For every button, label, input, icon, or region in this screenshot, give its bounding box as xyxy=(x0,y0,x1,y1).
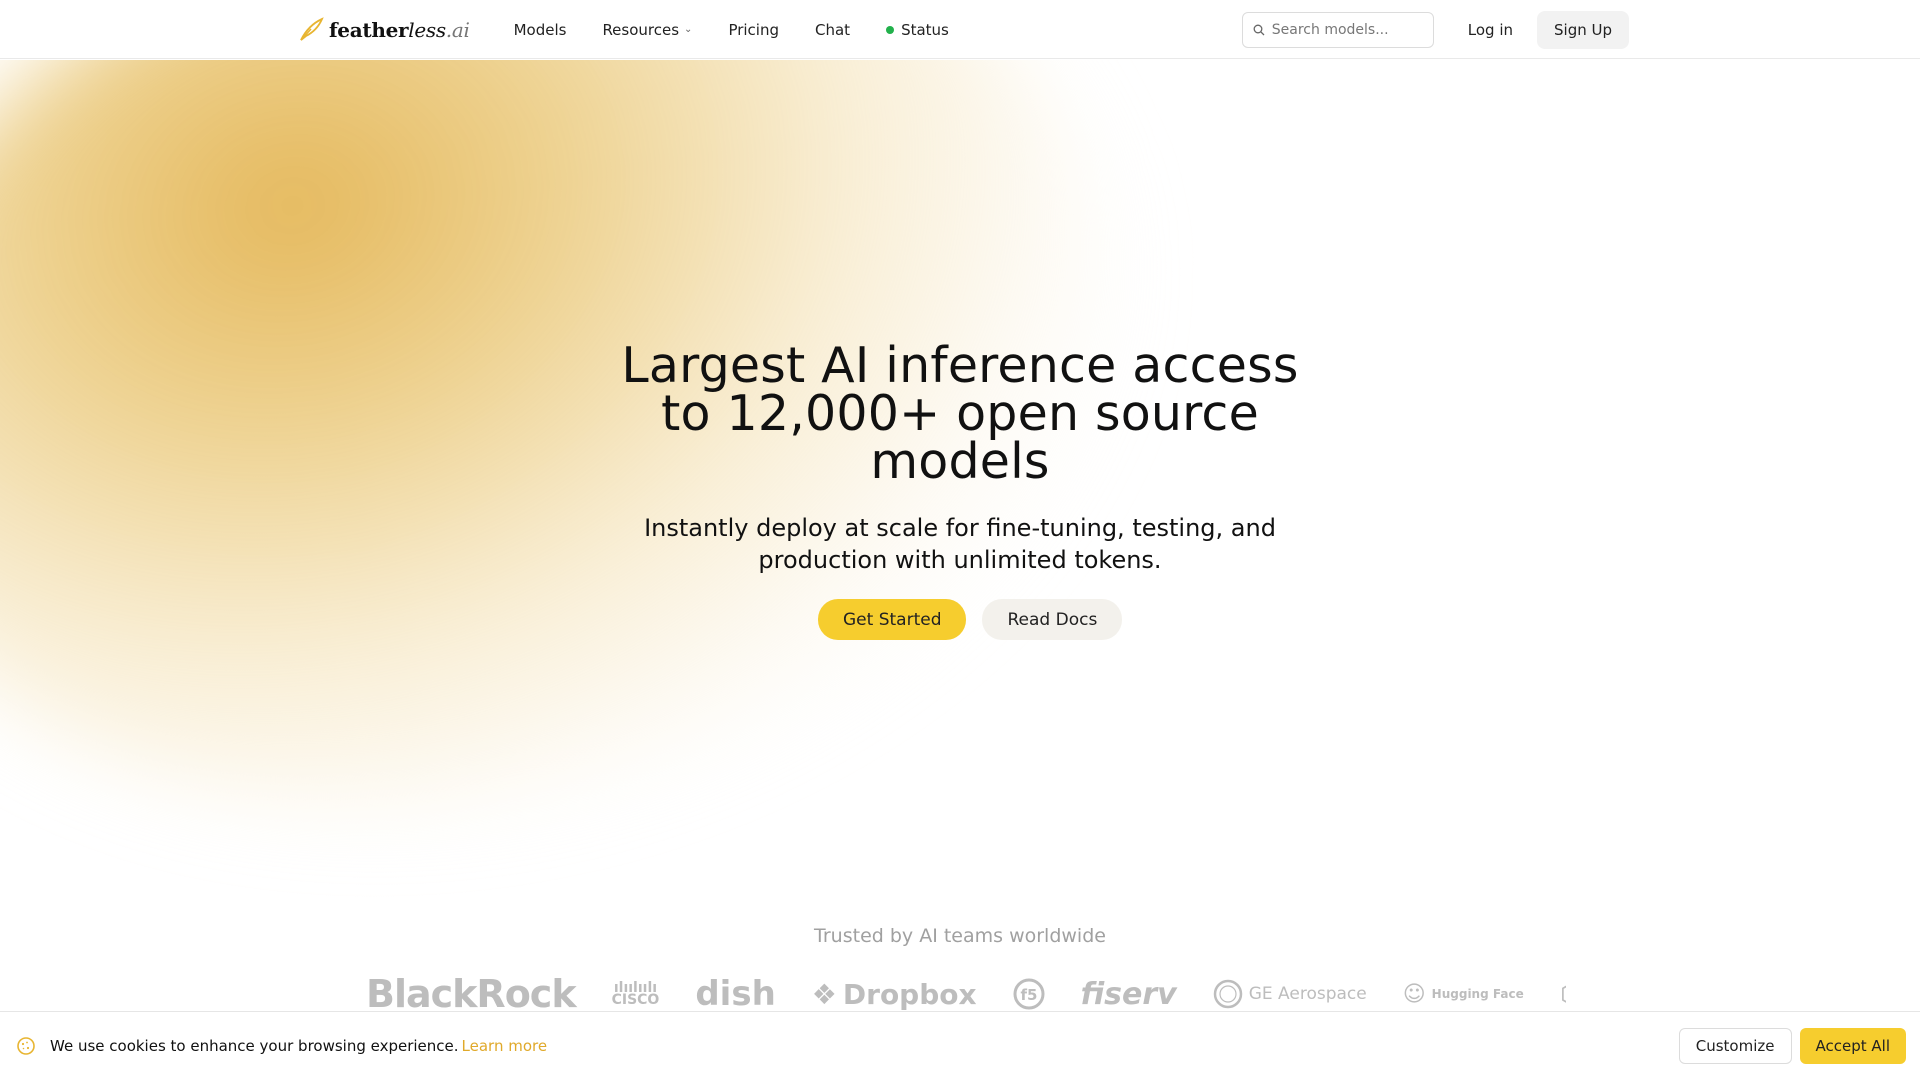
hero-subtitle: Instantly deploy at scale for fine-tunin… xyxy=(644,514,1276,574)
brand-wordmark-bold: feather xyxy=(329,17,409,42)
svg-text:f5: f5 xyxy=(1020,986,1037,1004)
fiserv-logo: fiserv xyxy=(1080,978,1177,1010)
dropbox-logo-text: Dropbox xyxy=(842,978,977,1010)
customer-logos: BlackRock ılıılıılı CISCO dish ❖ Dropbox… xyxy=(366,978,1566,1010)
signup-button[interactable]: Sign Up xyxy=(1537,10,1629,49)
cookie-actions: Customize Accept All xyxy=(1678,1028,1906,1064)
chevron-down-icon: ⌄ xyxy=(684,24,693,35)
ge-monogram-icon xyxy=(1213,979,1242,1009)
nav-item-resources[interactable]: Resources ⌄ xyxy=(602,21,692,39)
cookie-icon xyxy=(17,1037,35,1055)
cookie-banner: We use cookies to enhance your browsing … xyxy=(0,1011,1920,1080)
learn-more-link[interactable]: Learn more xyxy=(462,1037,548,1055)
get-started-button[interactable]: Get Started xyxy=(818,599,967,640)
feather-icon xyxy=(300,16,324,41)
brand-wordmark-suffix: .ai xyxy=(445,17,470,42)
nav-item-models[interactable]: Models xyxy=(514,21,567,39)
login-button[interactable]: Log in xyxy=(1454,12,1527,48)
cisco-logo-text: CISCO xyxy=(611,992,660,1008)
brand-wordmark: featherless.ai xyxy=(329,18,470,42)
hugging-face-logo-text: Hugging Face xyxy=(1431,987,1524,1001)
trusted-heading: Trusted by AI teams worldwide xyxy=(814,925,1106,947)
search-input[interactable] xyxy=(1271,21,1422,38)
nav-item-chat[interactable]: Chat xyxy=(815,21,850,39)
hero-background xyxy=(0,60,1920,960)
hugging-face-logo: ☺ Hugging Face xyxy=(1403,982,1524,1007)
f5-circle-icon: f5 xyxy=(1013,978,1045,1010)
dropbox-logo: ❖ Dropbox xyxy=(812,978,977,1010)
nav-item-label: Pricing xyxy=(728,20,779,39)
nav-item-label: Resources xyxy=(602,20,680,39)
ge-aerospace-logo: GE Aerospace xyxy=(1213,979,1367,1009)
brand-wordmark-italic: less xyxy=(408,17,446,42)
cisco-logo: ılıılıılı CISCO xyxy=(611,981,660,1008)
partial-logo: ⬡ Cl xyxy=(1560,978,1566,1010)
top-navbar: featherless.ai Models Resources ⌄ Pricin… xyxy=(0,0,1920,59)
f5-logo: f5 xyxy=(1013,978,1045,1010)
read-docs-button[interactable]: Read Docs xyxy=(982,599,1123,640)
nav-item-label: Status xyxy=(901,20,949,39)
header-actions: Log in Sign Up xyxy=(1241,10,1629,49)
search-icon xyxy=(1253,24,1265,35)
hugging-face-icon: ☺ xyxy=(1402,981,1426,1007)
ge-aerospace-logo-text: GE Aerospace xyxy=(1248,984,1367,1004)
navbar-inner: featherless.ai Models Resources ⌄ Pricin… xyxy=(297,0,1629,59)
hero-title: Largest AI inference access to 12,000+ o… xyxy=(621,337,1299,490)
search-box[interactable] xyxy=(1241,11,1434,48)
hexagon-icon: ⬡ xyxy=(1560,978,1566,1010)
nav-item-status[interactable]: Status xyxy=(886,21,949,39)
customize-button[interactable]: Customize xyxy=(1678,1028,1792,1064)
blackrock-logo: BlackRock xyxy=(366,978,577,1010)
dropbox-icon: ❖ xyxy=(811,978,837,1010)
status-online-icon xyxy=(886,25,895,34)
nav-item-label: Models xyxy=(513,20,567,39)
cookie-message: We use cookies to enhance your browsing … xyxy=(50,1037,459,1055)
nav-item-label: Chat xyxy=(815,20,851,39)
hero-gradient-blob xyxy=(0,60,1200,924)
brand-logo[interactable]: featherless.ai xyxy=(297,16,470,44)
hero-actions: Get Started Read Docs xyxy=(818,599,1123,640)
dish-logo: dish xyxy=(695,978,776,1010)
main-nav: Models Resources ⌄ Pricing Chat Status xyxy=(514,21,949,39)
nav-item-pricing[interactable]: Pricing xyxy=(728,21,779,39)
accept-all-button[interactable]: Accept All xyxy=(1799,1028,1906,1064)
